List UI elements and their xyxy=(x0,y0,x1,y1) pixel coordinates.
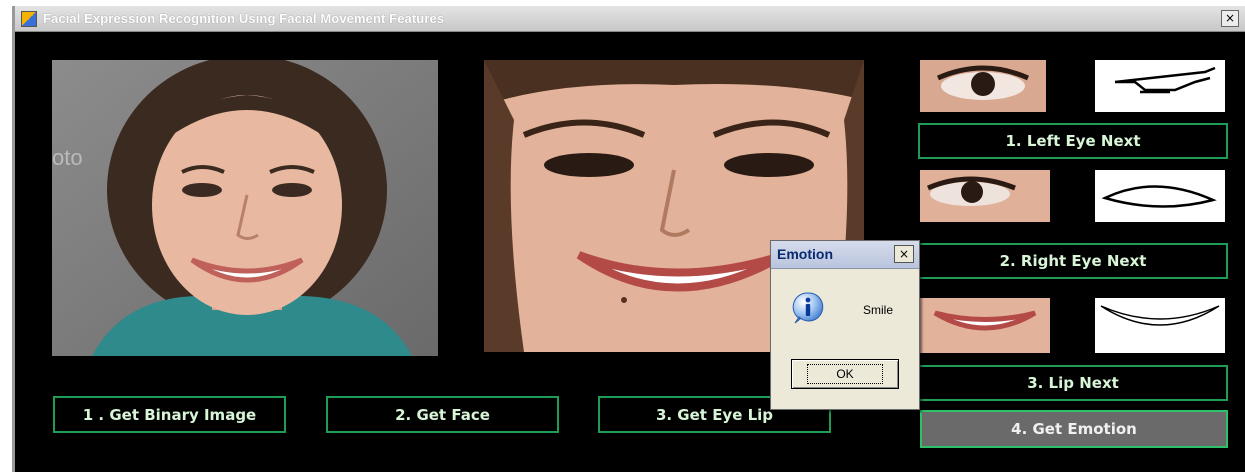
ok-button-label: OK xyxy=(807,364,883,384)
right-eye-crop xyxy=(920,170,1050,222)
get-face-button[interactable]: 2. Get Face xyxy=(326,396,559,433)
left-eye-binary-contour xyxy=(1095,60,1225,112)
lip-next-button[interactable]: 3. Lip Next xyxy=(918,365,1228,401)
emotion-dialog: Emotion × Smile OK xyxy=(770,240,920,410)
title-bar: Facial Expression Recognition Using Faci… xyxy=(15,6,1245,32)
dialog-message: Smile xyxy=(863,303,894,317)
dialog-title-bar: Emotion × xyxy=(771,241,919,269)
ok-button[interactable]: OK xyxy=(791,359,899,389)
app-icon xyxy=(21,11,37,27)
lip-crop xyxy=(920,298,1050,353)
lip-binary-contour xyxy=(1095,298,1225,353)
get-binary-image-button[interactable]: 1 . Get Binary Image xyxy=(53,396,286,433)
get-emotion-button[interactable]: 4. Get Emotion xyxy=(920,410,1228,448)
window-title: Facial Expression Recognition Using Faci… xyxy=(43,11,445,26)
info-icon xyxy=(791,291,825,325)
left-eye-next-button[interactable]: 1. Left Eye Next xyxy=(918,123,1228,159)
left-eye-crop xyxy=(920,60,1046,112)
svg-text:oto: oto xyxy=(52,145,83,170)
close-button[interactable]: × xyxy=(1221,10,1239,27)
dialog-title: Emotion xyxy=(777,246,833,262)
right-eye-binary-contour xyxy=(1095,170,1225,222)
original-face-image: oto xyxy=(52,60,438,356)
dialog-close-button[interactable]: × xyxy=(894,245,914,263)
right-eye-next-button[interactable]: 2. Right Eye Next xyxy=(918,243,1228,279)
